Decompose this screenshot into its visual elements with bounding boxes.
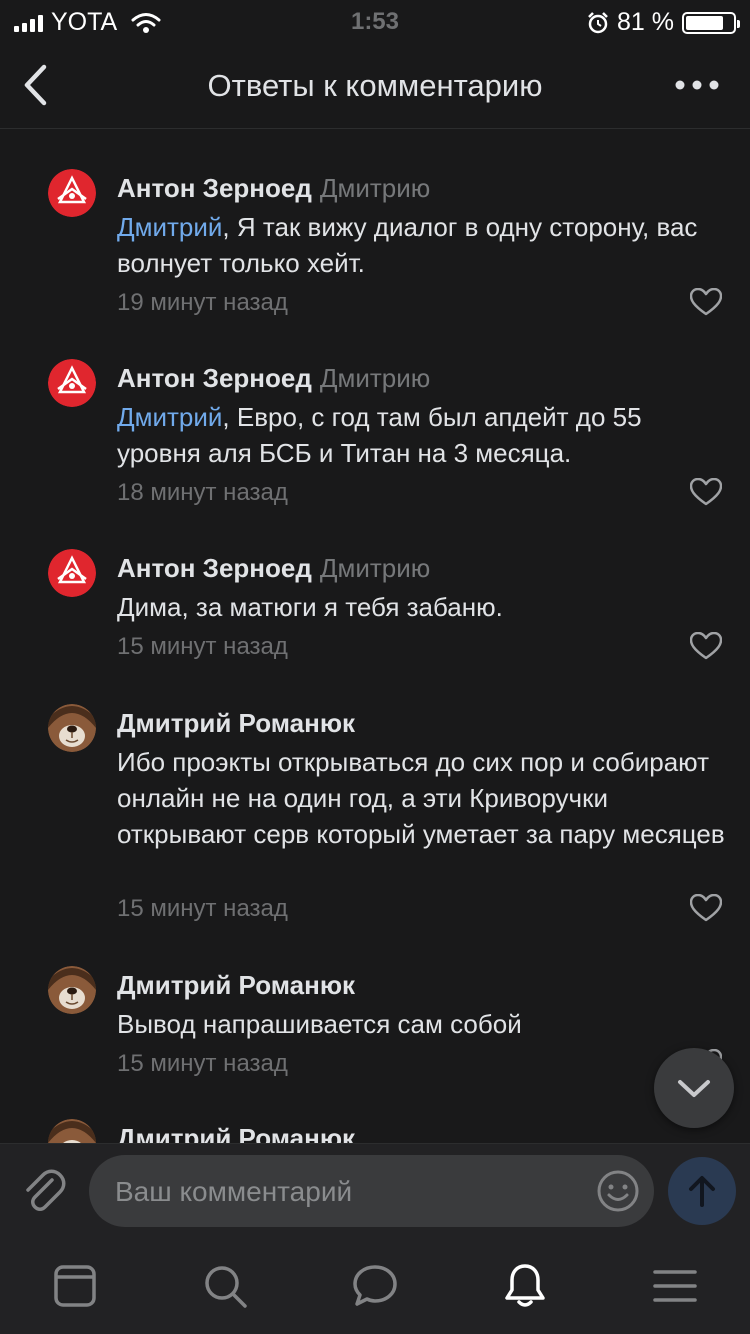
comment-text: Ибо проэкты открываться до сих пор и соб…: [117, 747, 725, 849]
avatar[interactable]: [48, 359, 96, 407]
paperclip-icon[interactable]: [22, 1166, 66, 1214]
battery-percent: 81 %: [617, 8, 674, 36]
comment-author[interactable]: Дмитрий Романюк: [117, 970, 355, 1001]
avatar[interactable]: [48, 169, 96, 217]
status-bar: YOTA 1:53 81 %: [0, 0, 750, 42]
comment-list[interactable]: Антон Зерноед Дмитрию Дмитрий, Я так вижу…: [0, 129, 750, 1143]
comment-input-wrapper: [89, 1155, 654, 1229]
comment-text: Дмитрий, Я так вижу диалог в одну сторон…: [117, 212, 698, 278]
chevron-down-icon: [678, 1080, 710, 1097]
comment-time: 19 минут назад: [117, 289, 288, 316]
avatar[interactable]: [48, 1119, 96, 1143]
heart-icon[interactable]: [690, 632, 722, 660]
comment-author[interactable]: Антон Зерноед Дмитрию: [117, 173, 430, 204]
messages-icon[interactable]: [351, 1262, 399, 1310]
scroll-down-button[interactable]: [654, 1048, 734, 1128]
menu-icon[interactable]: [651, 1262, 699, 1310]
comment-text: Дмитрий, Евро, с год там был апдейт до 5…: [117, 402, 642, 468]
comment-author[interactable]: Антон Зерноед Дмитрию: [117, 363, 430, 394]
page-title: Ответы к комментарию: [207, 68, 543, 103]
arrow-up-icon: [689, 1176, 715, 1207]
reply-to: Дмитрию: [319, 363, 431, 393]
alarm-icon: [588, 11, 608, 33]
heart-icon[interactable]: [690, 478, 722, 506]
smile-icon[interactable]: [596, 1169, 640, 1213]
heart-icon[interactable]: [690, 288, 722, 316]
comment-time: 15 минут назад: [117, 895, 288, 922]
nav-header: Ответы к комментарию: [0, 42, 750, 129]
avatar[interactable]: [48, 549, 96, 597]
reply-to: Дмитрию: [319, 553, 431, 583]
comment-author[interactable]: Антон Зерноед Дмитрию: [117, 553, 430, 584]
comment-time: 15 минут назад: [117, 1050, 288, 1077]
send-button[interactable]: [668, 1157, 736, 1225]
comment-text: Дима, за матюги я тебя забаню.: [117, 592, 503, 622]
heart-icon[interactable]: [690, 894, 722, 922]
search-icon[interactable]: [201, 1262, 249, 1310]
comment-time: 18 минут назад: [117, 479, 288, 506]
comment-time: 15 минут назад: [117, 633, 288, 660]
comment-composer: [0, 1143, 750, 1240]
newsfeed-icon[interactable]: [51, 1262, 99, 1310]
tab-bar: [0, 1240, 750, 1334]
reply-to: Дмитрию: [319, 173, 431, 203]
more-horizontal-icon[interactable]: [674, 72, 720, 98]
comment-input[interactable]: [113, 1155, 587, 1229]
comment-text: Вывод напрашивается сам собой: [117, 1009, 522, 1039]
avatar[interactable]: [48, 704, 96, 752]
notifications-icon[interactable]: [501, 1262, 549, 1310]
comment-author[interactable]: Дмитрий Романюк: [117, 1123, 355, 1143]
avatar[interactable]: [48, 966, 96, 1014]
battery-icon: [682, 11, 740, 34]
comment-author[interactable]: Дмитрий Романюк: [117, 708, 355, 739]
mention-link[interactable]: Дмитрий: [117, 212, 222, 242]
mention-link[interactable]: Дмитрий: [117, 402, 222, 432]
